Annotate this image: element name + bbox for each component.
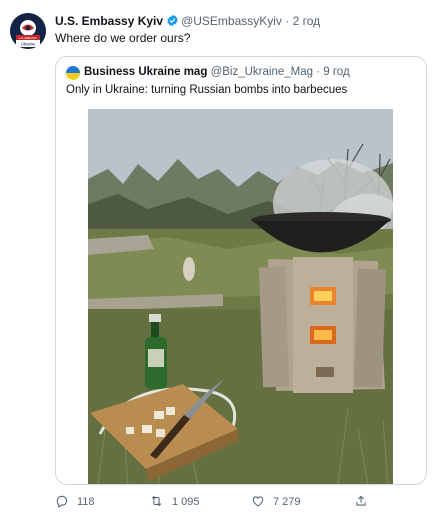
reply-action[interactable]: 118 <box>55 494 95 510</box>
flag-blue-stripe <box>66 66 80 73</box>
reply-icon <box>55 494 77 511</box>
embassy-seal-logo: Ukraine U.S. EMBASSY <box>10 13 46 49</box>
barbecue-photo <box>88 109 393 484</box>
author-name[interactable]: U.S. Embassy Kyiv <box>55 14 163 28</box>
tweet-text: Where do we order ours? <box>55 31 191 45</box>
quoted-author-avatar[interactable] <box>66 66 80 80</box>
share-icon <box>354 494 376 511</box>
header-separator: · <box>285 14 290 28</box>
like-icon <box>251 494 273 511</box>
avatar-label: Ukraine <box>21 42 36 47</box>
share-action[interactable] <box>354 494 376 510</box>
quoted-author-handle[interactable]: @Biz_Ukraine_Mag <box>211 66 313 78</box>
quoted-header-separator: · <box>316 66 321 78</box>
quoted-tweet-timestamp[interactable]: 9 год <box>323 66 349 78</box>
avatar-banner: U.S. EMBASSY <box>19 36 38 40</box>
tweet-timestamp[interactable]: 2 год <box>293 14 321 28</box>
tweet[interactable]: Ukraine U.S. EMBASSY U.S. Embassy Kyiv @U… <box>0 0 437 517</box>
author-avatar[interactable]: Ukraine U.S. EMBASSY <box>10 13 46 49</box>
like-action[interactable]: 7 279 <box>251 494 301 510</box>
quoted-tweet-text: Only in Ukraine: turning Russian bombs i… <box>66 84 348 96</box>
like-count: 7 279 <box>273 496 301 508</box>
quoted-tweet-header: Business Ukraine mag @Biz_Ukraine_Mag · … <box>84 65 350 80</box>
retweet-icon <box>149 494 172 511</box>
flag-yellow-stripe <box>66 73 80 80</box>
author-handle[interactable]: @USEmbassyKyiv <box>181 14 282 28</box>
quoted-author-name[interactable]: Business Ukraine mag <box>84 66 207 78</box>
tweet-actions: 118 1 095 7 279 <box>55 494 427 510</box>
quoted-tweet[interactable]: Business Ukraine mag @Biz_Ukraine_Mag · … <box>55 56 427 485</box>
quoted-tweet-photo[interactable] <box>88 109 393 484</box>
tweet-header: U.S. Embassy Kyiv @USEmbassyKyiv · 2 год <box>55 14 320 31</box>
reply-count: 118 <box>77 496 95 508</box>
retweet-action[interactable]: 1 095 <box>149 494 200 510</box>
retweet-count: 1 095 <box>172 496 200 508</box>
verified-badge-icon <box>166 14 179 31</box>
